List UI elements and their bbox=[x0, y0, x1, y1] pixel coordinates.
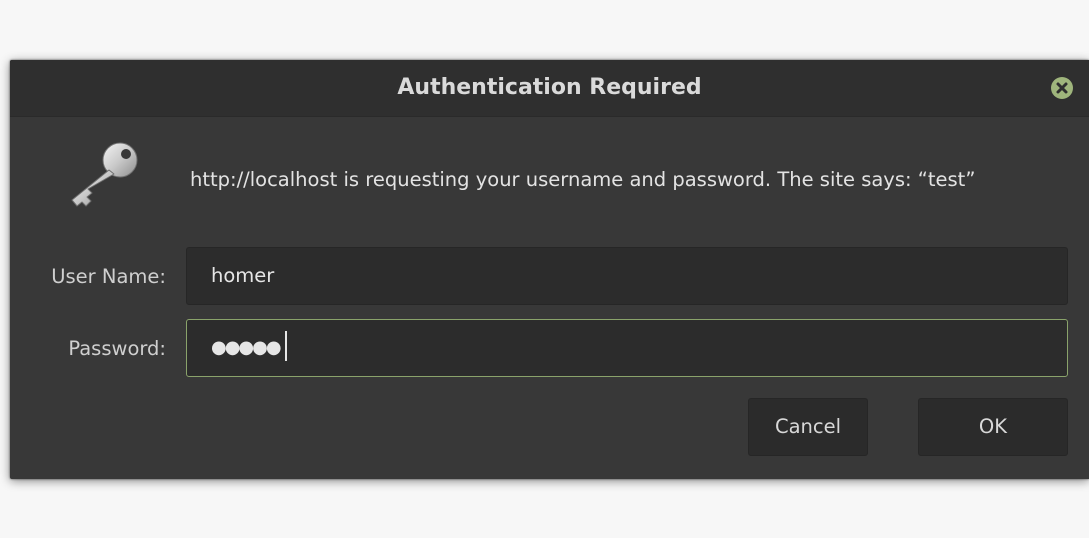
text-caret bbox=[284, 331, 287, 361]
username-label: User Name: bbox=[51, 265, 166, 288]
cancel-button[interactable]: Cancel bbox=[748, 398, 868, 456]
dialog-title: Authentication Required bbox=[397, 75, 702, 100]
password-dots: ●●●●● bbox=[211, 320, 287, 376]
password-masked-value: ●●●●● bbox=[211, 337, 282, 358]
password-label: Password: bbox=[68, 337, 166, 360]
password-field[interactable]: ●●●●● bbox=[186, 319, 1068, 377]
key-icon bbox=[62, 138, 144, 212]
username-field[interactable]: homer bbox=[186, 247, 1068, 305]
dialog-titlebar: Authentication Required bbox=[10, 60, 1089, 117]
close-button[interactable] bbox=[1051, 77, 1073, 99]
authentication-dialog: Authentication Required http://localhost… bbox=[10, 60, 1089, 479]
close-icon bbox=[1056, 82, 1068, 94]
ok-button[interactable]: OK bbox=[918, 398, 1068, 456]
username-value: homer bbox=[211, 264, 275, 287]
auth-message: http://localhost is requesting your user… bbox=[190, 168, 976, 191]
